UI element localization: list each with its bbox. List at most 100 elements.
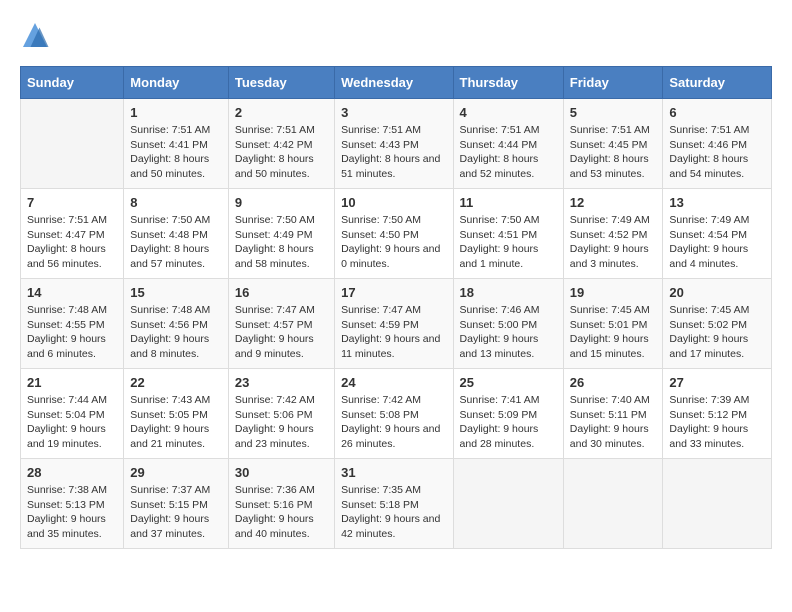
day-info: Sunrise: 7:37 AMSunset: 5:15 PMDaylight:…	[130, 483, 222, 542]
day-info: Sunrise: 7:51 AMSunset: 4:44 PMDaylight:…	[460, 123, 557, 182]
day-number: 2	[235, 105, 328, 120]
day-info: Sunrise: 7:40 AMSunset: 5:11 PMDaylight:…	[570, 393, 657, 452]
header-day-saturday: Saturday	[663, 67, 772, 99]
day-info: Sunrise: 7:44 AMSunset: 5:04 PMDaylight:…	[27, 393, 117, 452]
day-info: Sunrise: 7:51 AMSunset: 4:45 PMDaylight:…	[570, 123, 657, 182]
calendar-cell: 15Sunrise: 7:48 AMSunset: 4:56 PMDayligh…	[124, 279, 229, 369]
calendar-cell: 23Sunrise: 7:42 AMSunset: 5:06 PMDayligh…	[228, 369, 334, 459]
calendar-cell: 30Sunrise: 7:36 AMSunset: 5:16 PMDayligh…	[228, 459, 334, 549]
day-number: 7	[27, 195, 117, 210]
day-info: Sunrise: 7:46 AMSunset: 5:00 PMDaylight:…	[460, 303, 557, 362]
day-number: 20	[669, 285, 765, 300]
header-row: SundayMondayTuesdayWednesdayThursdayFrid…	[21, 67, 772, 99]
header-day-monday: Monday	[124, 67, 229, 99]
day-number: 8	[130, 195, 222, 210]
calendar-cell: 29 Sunrise: 7:37 AMSunset: 5:15 PMDayligh…	[124, 459, 229, 549]
day-info: Sunrise: 7:50 AMSunset: 4:48 PMDaylight:…	[130, 213, 222, 272]
calendar-cell: 19Sunrise: 7:45 AMSunset: 5:01 PMDayligh…	[563, 279, 663, 369]
day-number: 6	[669, 105, 765, 120]
calendar-cell: 3 Sunrise: 7:51 AMSunset: 4:43 PMDaylight…	[335, 99, 453, 189]
calendar-cell: 27 Sunrise: 7:39 AMSunset: 5:12 PMDayligh…	[663, 369, 772, 459]
header-day-tuesday: Tuesday	[228, 67, 334, 99]
calendar-table: SundayMondayTuesdayWednesdayThursdayFrid…	[20, 66, 772, 549]
calendar-cell: 17 Sunrise: 7:47 AMSunset: 4:59 PMDayligh…	[335, 279, 453, 369]
calendar-cell: 21 Sunrise: 7:44 AMSunset: 5:04 PMDayligh…	[21, 369, 124, 459]
calendar-cell	[663, 459, 772, 549]
day-number: 31	[341, 465, 446, 480]
logo	[20, 20, 54, 50]
day-info: Sunrise: 7:50 AMSunset: 4:51 PMDaylight:…	[460, 213, 557, 272]
week-row-4: 28 Sunrise: 7:38 AMSunset: 5:13 PMDayligh…	[21, 459, 772, 549]
calendar-cell: 18 Sunrise: 7:46 AMSunset: 5:00 PMDayligh…	[453, 279, 563, 369]
day-number: 27	[669, 375, 765, 390]
day-number: 13	[669, 195, 765, 210]
header-day-friday: Friday	[563, 67, 663, 99]
day-number: 10	[341, 195, 446, 210]
calendar-cell: 2 Sunrise: 7:51 AMSunset: 4:42 PMDaylight…	[228, 99, 334, 189]
calendar-cell: 16 Sunrise: 7:47 AMSunset: 4:57 PMDayligh…	[228, 279, 334, 369]
calendar-cell: 5 Sunrise: 7:51 AMSunset: 4:45 PMDaylight…	[563, 99, 663, 189]
day-info: Sunrise: 7:47 AMSunset: 4:57 PMDaylight:…	[235, 303, 328, 362]
day-number: 4	[460, 105, 557, 120]
header-day-sunday: Sunday	[21, 67, 124, 99]
day-info: Sunrise: 7:41 AMSunset: 5:09 PMDaylight:…	[460, 393, 557, 452]
calendar-cell: 4 Sunrise: 7:51 AMSunset: 4:44 PMDaylight…	[453, 99, 563, 189]
day-info: Sunrise: 7:51 AMSunset: 4:47 PMDaylight:…	[27, 213, 117, 272]
calendar-cell	[21, 99, 124, 189]
day-number: 11	[460, 195, 557, 210]
day-info: Sunrise: 7:51 AMSunset: 4:46 PMDaylight:…	[669, 123, 765, 182]
day-info: Sunrise: 7:51 AMSunset: 4:41 PMDaylight:…	[130, 123, 222, 182]
day-info: Sunrise: 7:48 AMSunset: 4:55 PMDaylight:…	[27, 303, 117, 362]
day-number: 25	[460, 375, 557, 390]
calendar-cell: 20 Sunrise: 7:45 AMSunset: 5:02 PMDayligh…	[663, 279, 772, 369]
header-day-wednesday: Wednesday	[335, 67, 453, 99]
day-info: Sunrise: 7:35 AMSunset: 5:18 PMDaylight:…	[341, 483, 446, 542]
day-info: Sunrise: 7:49 AMSunset: 4:54 PMDaylight:…	[669, 213, 765, 272]
calendar-cell: 6 Sunrise: 7:51 AMSunset: 4:46 PMDaylight…	[663, 99, 772, 189]
day-number: 29	[130, 465, 222, 480]
day-info: Sunrise: 7:38 AMSunset: 5:13 PMDaylight:…	[27, 483, 117, 542]
day-number: 21	[27, 375, 117, 390]
day-number: 14	[27, 285, 117, 300]
calendar-cell: 1 Sunrise: 7:51 AMSunset: 4:41 PMDaylight…	[124, 99, 229, 189]
day-number: 22	[130, 375, 222, 390]
calendar-cell: 10 Sunrise: 7:50 AMSunset: 4:50 PMDayligh…	[335, 189, 453, 279]
calendar-cell: 26Sunrise: 7:40 AMSunset: 5:11 PMDayligh…	[563, 369, 663, 459]
day-info: Sunrise: 7:48 AMSunset: 4:56 PMDaylight:…	[130, 303, 222, 362]
day-number: 17	[341, 285, 446, 300]
day-number: 24	[341, 375, 446, 390]
day-info: Sunrise: 7:51 AMSunset: 4:43 PMDaylight:…	[341, 123, 446, 182]
calendar-cell: 28 Sunrise: 7:38 AMSunset: 5:13 PMDayligh…	[21, 459, 124, 549]
header-day-thursday: Thursday	[453, 67, 563, 99]
calendar-cell: 8 Sunrise: 7:50 AMSunset: 4:48 PMDaylight…	[124, 189, 229, 279]
day-info: Sunrise: 7:51 AMSunset: 4:42 PMDaylight:…	[235, 123, 328, 182]
day-number: 28	[27, 465, 117, 480]
calendar-cell: 14 Sunrise: 7:48 AMSunset: 4:55 PMDayligh…	[21, 279, 124, 369]
day-info: Sunrise: 7:50 AMSunset: 4:49 PMDaylight:…	[235, 213, 328, 272]
day-info: Sunrise: 7:42 AMSunset: 5:06 PMDaylight:…	[235, 393, 328, 452]
day-number: 1	[130, 105, 222, 120]
page-header	[20, 20, 772, 50]
calendar-cell: 13 Sunrise: 7:49 AMSunset: 4:54 PMDayligh…	[663, 189, 772, 279]
calendar-cell: 9 Sunrise: 7:50 AMSunset: 4:49 PMDaylight…	[228, 189, 334, 279]
day-number: 3	[341, 105, 446, 120]
week-row-3: 21 Sunrise: 7:44 AMSunset: 5:04 PMDayligh…	[21, 369, 772, 459]
day-info: Sunrise: 7:43 AMSunset: 5:05 PMDaylight:…	[130, 393, 222, 452]
week-row-1: 7 Sunrise: 7:51 AMSunset: 4:47 PMDaylight…	[21, 189, 772, 279]
day-number: 19	[570, 285, 657, 300]
week-row-0: 1 Sunrise: 7:51 AMSunset: 4:41 PMDaylight…	[21, 99, 772, 189]
day-info: Sunrise: 7:36 AMSunset: 5:16 PMDaylight:…	[235, 483, 328, 542]
day-info: Sunrise: 7:39 AMSunset: 5:12 PMDaylight:…	[669, 393, 765, 452]
day-number: 9	[235, 195, 328, 210]
day-number: 5	[570, 105, 657, 120]
day-info: Sunrise: 7:49 AMSunset: 4:52 PMDaylight:…	[570, 213, 657, 272]
day-info: Sunrise: 7:50 AMSunset: 4:50 PMDaylight:…	[341, 213, 446, 272]
day-info: Sunrise: 7:47 AMSunset: 4:59 PMDaylight:…	[341, 303, 446, 362]
day-info: Sunrise: 7:45 AMSunset: 5:02 PMDaylight:…	[669, 303, 765, 362]
day-number: 18	[460, 285, 557, 300]
calendar-cell	[563, 459, 663, 549]
day-number: 16	[235, 285, 328, 300]
calendar-cell: 11 Sunrise: 7:50 AMSunset: 4:51 PMDayligh…	[453, 189, 563, 279]
week-row-2: 14 Sunrise: 7:48 AMSunset: 4:55 PMDayligh…	[21, 279, 772, 369]
calendar-cell: 7 Sunrise: 7:51 AMSunset: 4:47 PMDaylight…	[21, 189, 124, 279]
